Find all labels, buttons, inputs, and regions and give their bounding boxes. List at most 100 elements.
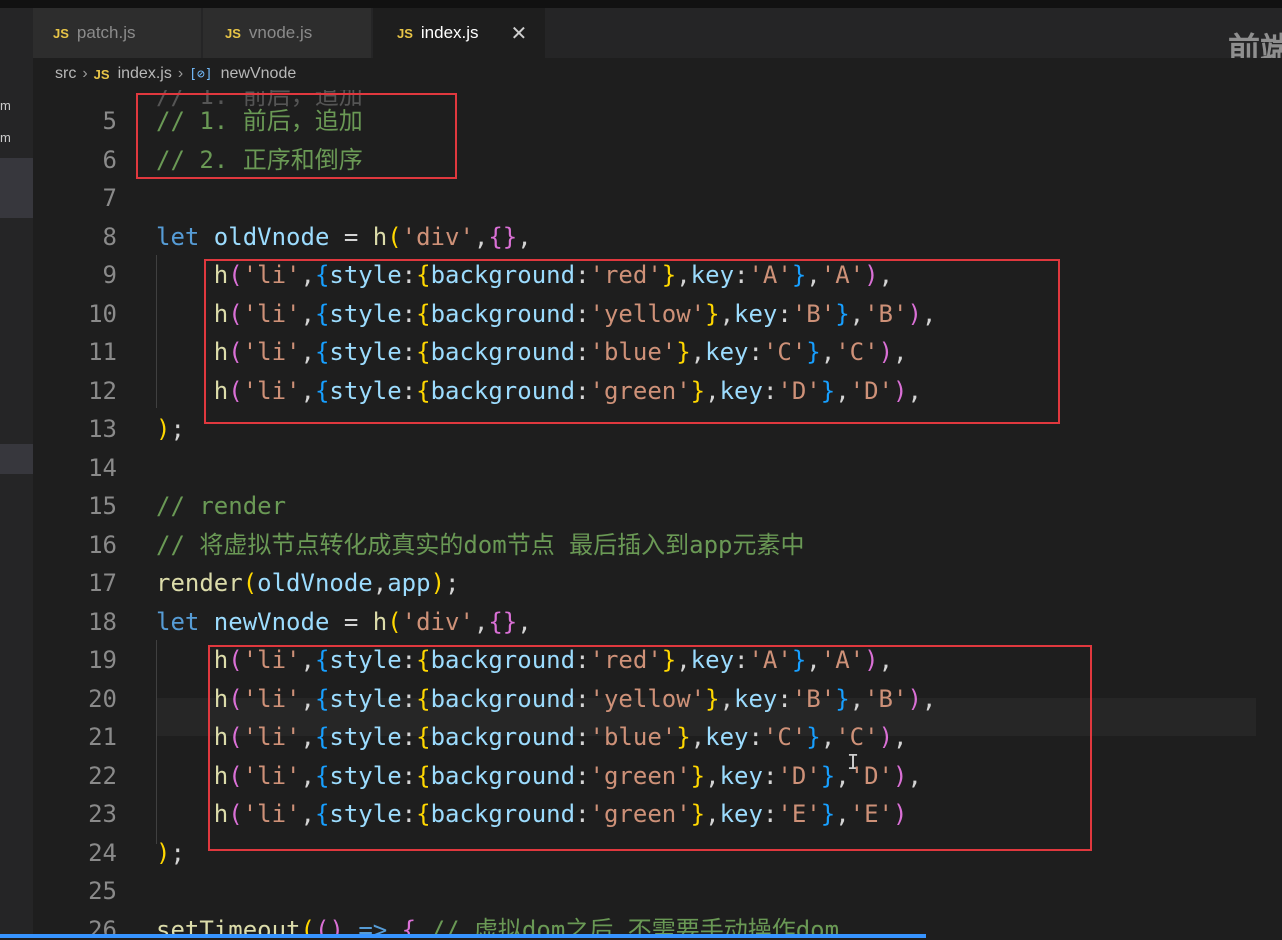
code-token: background [430, 646, 576, 674]
code-token: : [748, 338, 763, 366]
code-token: app [387, 569, 431, 597]
code-token: h [213, 723, 229, 751]
code-token: key [719, 376, 763, 405]
code-token: background [430, 338, 576, 366]
tab-label: patch.js [76, 23, 136, 42]
tab-vnode-js[interactable]: JS vnode.js [203, 8, 371, 58]
code-token: key [690, 646, 735, 674]
js-file-icon: JS [225, 25, 241, 41]
code-token: style [329, 684, 402, 713]
code-text: let oldVnode = h('div',{}, [156, 218, 532, 256]
side-panel-item[interactable] [0, 444, 33, 474]
line-number: 21 [88, 723, 117, 751]
code-token: = [329, 222, 373, 251]
code-token: 'blue' [589, 338, 677, 366]
chevron-right-icon: › [82, 65, 88, 82]
code-token: 'div' [401, 222, 474, 251]
code-token: , [705, 800, 720, 828]
code-token: h [213, 299, 229, 328]
code-token: { [416, 800, 431, 828]
code-token: } [676, 723, 691, 751]
code-token: ) [864, 261, 879, 289]
code-token: : [777, 299, 792, 328]
code-token: , [300, 723, 315, 751]
code-token: 'D' [849, 376, 894, 405]
code-token: , [372, 569, 388, 597]
code-token: , [849, 684, 865, 713]
code-token: 'li' [242, 800, 301, 828]
code-token: { [314, 723, 330, 751]
code-token: h [213, 761, 229, 790]
code-token: key [690, 261, 735, 289]
code-token: let [156, 222, 214, 251]
code-token: h [372, 222, 388, 251]
code-token: ( [387, 607, 402, 636]
code-token: background [430, 684, 576, 713]
code-text: // 1. 前后，追加 [156, 102, 363, 140]
line-number: 19 [88, 646, 117, 674]
js-file-icon: JS [397, 25, 413, 41]
code-token: { [314, 684, 330, 713]
code-text: let newVnode = h('div',{}, [156, 603, 532, 641]
code-token: , [705, 376, 720, 405]
breadcrumb-folder[interactable]: src [55, 65, 76, 83]
code-text: h('li',{style:{background:'blue'},key:'C… [156, 718, 908, 756]
line-number: 6 [102, 145, 117, 174]
tab-patch-js[interactable]: JS patch.js [33, 8, 201, 58]
code-token: h [213, 261, 229, 289]
code-token: background [430, 261, 576, 289]
code-token: let [156, 607, 214, 636]
code-editor[interactable]: // 1. 前后，追加 Ι 5// 1. 前后，追加 6// 2. 正序和倒序 7 8… [33, 90, 1282, 940]
code-token: 'C' [762, 723, 807, 751]
code-token: 'li' [242, 761, 301, 790]
code-token: ) [878, 723, 894, 751]
code-token: ; [445, 569, 460, 597]
code-token: key [734, 299, 778, 328]
code-token: : [762, 761, 778, 790]
code-token: newVnode [213, 607, 330, 636]
video-progress-bar[interactable] [0, 934, 926, 938]
line-number: 8 [102, 222, 117, 251]
code-token: , [300, 261, 315, 289]
code-token: , [690, 723, 706, 751]
code-token: ( [228, 646, 243, 674]
code-token: style [329, 800, 402, 828]
breadcrumb-file[interactable]: index.js [118, 65, 172, 83]
code-token: : [777, 684, 792, 713]
code-token: , [300, 800, 315, 828]
code-token: : [401, 261, 417, 289]
code-token: ) [156, 838, 171, 867]
code-token: 'li' [242, 261, 301, 289]
breadcrumb-symbol[interactable]: newVnode [221, 65, 297, 83]
code-token: : [401, 684, 417, 713]
code-token: background [430, 800, 576, 828]
code-token: 'green' [589, 800, 691, 828]
code-token: 'blue' [589, 723, 677, 751]
code-token: { [416, 761, 431, 790]
tab-index-js[interactable]: JS index.js ✕ [373, 8, 545, 58]
code-text: h('li',{style:{background:'red'},key:'A'… [156, 256, 893, 294]
code-token: background [430, 761, 576, 790]
close-icon[interactable]: ✕ [511, 21, 528, 46]
code-token: : [575, 800, 590, 828]
side-panel-selected-item[interactable] [0, 158, 33, 218]
code-token: 'D' [777, 761, 821, 790]
code-token: oldVnode [257, 569, 373, 597]
line-number: 15 [88, 492, 117, 520]
code-token: 'div' [401, 607, 474, 636]
line-number: 18 [88, 607, 117, 636]
line-number: 11 [88, 338, 117, 366]
code-token: key [719, 761, 763, 790]
code-token: , [517, 222, 532, 251]
code-token: render [156, 569, 243, 597]
code-token: , [835, 376, 850, 405]
code-token: } [690, 761, 706, 790]
code-token: , [921, 684, 937, 713]
code-token: { [416, 723, 431, 751]
code-token: ( [228, 376, 243, 405]
code-token: , [300, 299, 315, 328]
line-number: 5 [102, 107, 117, 135]
